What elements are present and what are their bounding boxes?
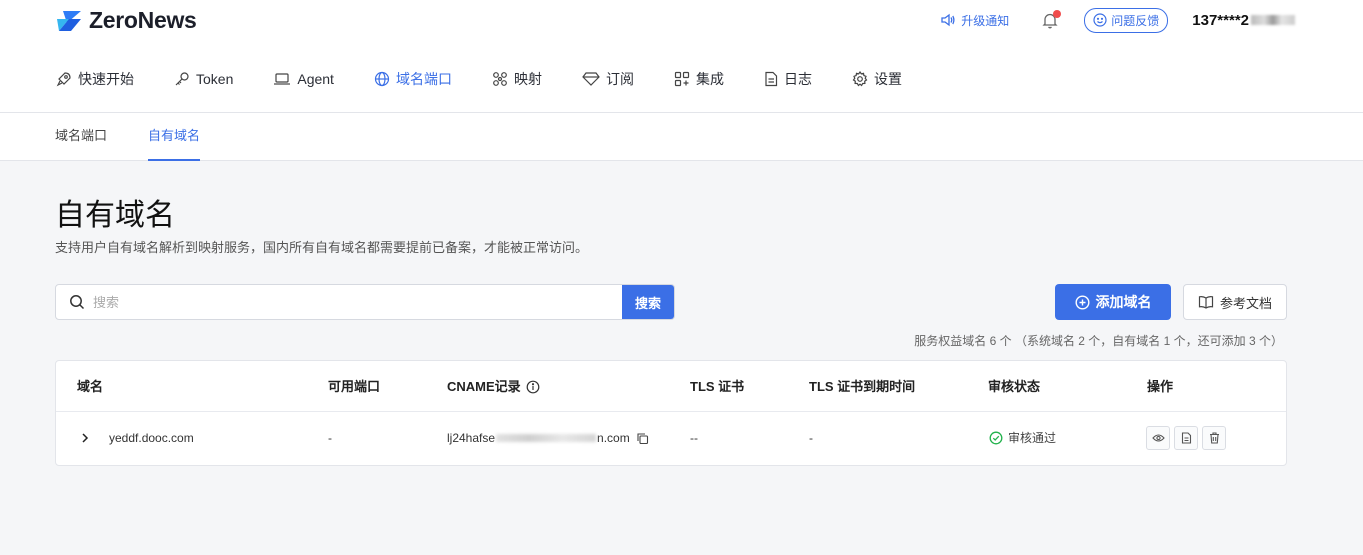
nav-label: 设置: [873, 71, 902, 87]
column-header: 操作: [1147, 379, 1174, 394]
delete-button[interactable]: [1202, 426, 1226, 450]
sub-nav: 域名端口 自有域名: [0, 113, 1363, 161]
tab-own-domain[interactable]: 自有域名: [148, 113, 201, 161]
expand-row-button[interactable]: [80, 412, 90, 464]
nav-label: 订阅: [605, 71, 634, 87]
nav-item-agent[interactable]: Agent: [273, 71, 334, 87]
quota-info: 服务权益域名 6 个 （系统域名 2 个，自有域名 1 个，还可添加 3 个）: [914, 334, 1283, 348]
status-label: 审核通过: [1008, 431, 1057, 445]
reference-docs-label: 参考文档: [1219, 295, 1272, 311]
trash-icon: [1209, 432, 1219, 444]
nav-label: 快速开始: [78, 71, 134, 87]
diamond-icon: [582, 72, 600, 86]
globe-icon: [374, 71, 390, 87]
cname-suffix: n.com: [597, 431, 630, 445]
search-bar: 搜索: [55, 284, 675, 320]
column-header: 可用端口: [328, 379, 381, 394]
upgrade-notice-label: 升级通知: [961, 13, 1010, 28]
eye-icon: [1151, 434, 1165, 442]
gear-icon: [852, 71, 868, 87]
tls-expire-cell: -: [809, 431, 813, 445]
nav-label: Token: [196, 71, 234, 87]
page-description: 支持用户自有域名解析到映射服务，国内所有自有域名都需要提前已备案，才能被正常访问…: [55, 240, 589, 255]
tab-domain-port[interactable]: 域名端口: [55, 113, 107, 161]
file-icon: [765, 71, 778, 87]
plus-circle-icon: [1074, 294, 1090, 310]
domain-table: 域名 可用端口 CNAME记录 TLS 证书 TLS 证书到期时间 审核状态 操…: [55, 360, 1287, 466]
user-menu[interactable]: 137****2: [1192, 12, 1295, 29]
nav-item-logs[interactable]: 日志: [764, 69, 812, 89]
document-icon: [1181, 432, 1191, 444]
laptop-icon: [274, 73, 291, 85]
row-actions: [1146, 412, 1226, 464]
cname-prefix: lj24hafse: [447, 431, 496, 445]
logo[interactable]: ZeroNews: [55, 7, 197, 34]
search-input[interactable]: [93, 294, 622, 310]
tls-cell: --: [690, 431, 698, 445]
top-header: ZeroNews 升级通知 问题反馈 137****2 快速开始 Token A…: [0, 0, 1363, 113]
brand-logo-icon: [57, 10, 81, 31]
search-icon: [69, 294, 85, 310]
nav-item-mapping[interactable]: 映射: [492, 69, 542, 89]
nav-item-integration[interactable]: 集成: [674, 69, 724, 89]
view-button[interactable]: [1146, 426, 1170, 450]
table-header: 域名 可用端口 CNAME记录 TLS 证书 TLS 证书到期时间 审核状态 操…: [56, 361, 1286, 412]
notification-dot: [1053, 9, 1062, 18]
header-actions: 升级通知 问题反馈 137****2: [940, 7, 1295, 33]
check-circle-icon: [989, 431, 1003, 445]
brand-name: ZeroNews: [89, 7, 197, 33]
status-cell: 审核通过: [989, 412, 1056, 464]
column-header-cname: CNAME记录: [447, 361, 540, 412]
nav-item-quickstart[interactable]: 快速开始: [56, 69, 134, 89]
page-title: 自有域名: [55, 199, 175, 232]
main-nav: 快速开始 Token Agent 域名端口 映射 订阅 集成 日志 设置: [56, 69, 942, 89]
nav-item-token[interactable]: Token: [174, 71, 233, 87]
nav-item-settings[interactable]: 设置: [852, 69, 902, 89]
flower-icon: [493, 72, 507, 86]
add-domain-button[interactable]: 添加域名: [1055, 284, 1171, 320]
feedback-button[interactable]: 问题反馈: [1084, 7, 1169, 33]
feedback-label: 问题反馈: [1111, 13, 1160, 28]
key-icon: [175, 72, 189, 86]
nav-label: Agent: [297, 71, 334, 87]
nav-label: 日志: [783, 71, 812, 87]
info-icon[interactable]: [526, 380, 540, 394]
cname-redacted: [496, 434, 597, 442]
nav-label: 集成: [695, 71, 724, 87]
domain-cell: yeddf.dooc.com: [109, 431, 194, 445]
reference-docs-button[interactable]: 参考文档: [1183, 284, 1287, 320]
chevron-right-icon: [82, 433, 89, 443]
nav-label: 域名端口: [395, 71, 452, 87]
rocket-icon: [56, 72, 71, 87]
column-header: 域名: [77, 379, 104, 394]
nav-label: 映射: [513, 71, 542, 87]
nav-item-subscription[interactable]: 订阅: [582, 69, 634, 89]
book-icon: [1198, 296, 1214, 309]
column-header: TLS 证书到期时间: [809, 379, 916, 394]
search-button[interactable]: 搜索: [622, 285, 674, 319]
ports-cell: -: [328, 431, 332, 445]
column-header-label: CNAME记录: [447, 379, 521, 394]
details-button[interactable]: [1174, 426, 1198, 450]
column-header: 审核状态: [988, 379, 1041, 394]
cname-cell: lj24hafse n.com: [447, 412, 649, 464]
column-header: TLS 证书: [690, 379, 745, 394]
user-name-redacted: [1251, 15, 1295, 25]
add-domain-label: 添加域名: [1095, 294, 1152, 310]
nav-item-domain-port[interactable]: 域名端口: [374, 69, 452, 89]
smile-icon: [1093, 13, 1107, 27]
grid-plus-icon: [674, 71, 690, 87]
notification-bell[interactable]: [1042, 9, 1062, 29]
table-row: yeddf.dooc.com - lj24hafse n.com -- - 审核…: [56, 412, 1286, 464]
user-name: 137****2: [1192, 11, 1249, 29]
upgrade-notice-link[interactable]: 升级通知: [940, 12, 1009, 29]
copy-icon[interactable]: [636, 432, 649, 445]
speaker-icon: [941, 13, 955, 27]
